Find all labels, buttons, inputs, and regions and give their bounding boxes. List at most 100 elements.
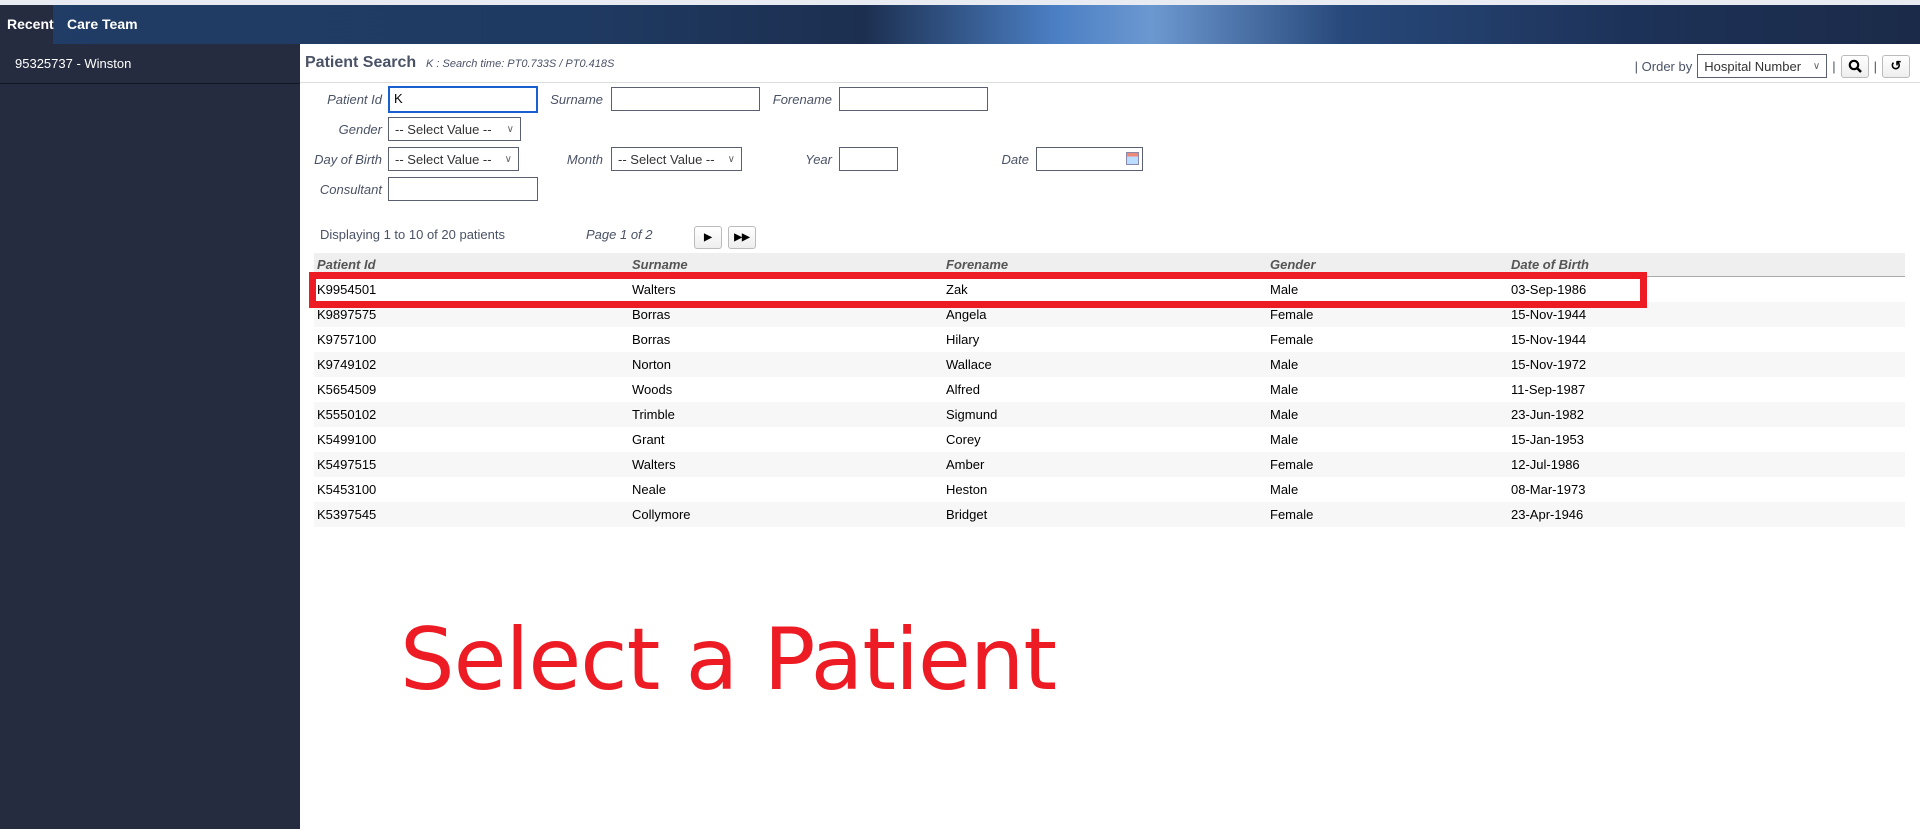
year-input[interactable] xyxy=(839,147,898,171)
last-page-button[interactable]: ▶▶ xyxy=(728,226,756,249)
cell-patient-id: K5654509 xyxy=(317,382,377,397)
day-of-birth-label: Day of Birth xyxy=(314,152,382,167)
cell-surname: Woods xyxy=(632,382,673,397)
separator: | xyxy=(1873,58,1877,74)
divider xyxy=(300,82,1920,83)
cell-forename: Corey xyxy=(946,432,981,447)
chevron-down-icon: ∨ xyxy=(504,153,512,165)
cell-surname: Trimble xyxy=(632,407,675,422)
cell-date-of-birth: 23-Jun-1982 xyxy=(1511,407,1584,422)
table-row[interactable]: K9749102 Norton Wallace Male 15-Nov-1972 xyxy=(314,352,1905,377)
highlight-box xyxy=(309,272,1647,308)
sidebar: 95325737 - Winston xyxy=(0,44,300,829)
cell-patient-id: K5397545 xyxy=(317,507,377,522)
cell-patient-id: K9757100 xyxy=(317,332,377,347)
gender-value: -- Select Value -- xyxy=(395,121,492,137)
sidebar-item-patient[interactable]: 95325737 - Winston xyxy=(0,44,300,84)
cell-date-of-birth: 08-Mar-1973 xyxy=(1511,482,1586,497)
cell-patient-id: K5453100 xyxy=(317,482,377,497)
page-title: Patient Search xyxy=(305,54,417,71)
search-button[interactable] xyxy=(1840,54,1869,78)
table-row[interactable]: K5497515 Walters Amber Female 12-Jul-1986 xyxy=(314,452,1905,477)
page-indicator: Page 1 of 2 xyxy=(586,227,653,242)
order-by-bar: | Order by Hospital Number ∨ | | ↺ xyxy=(1635,54,1910,78)
tab-recent[interactable]: Recent xyxy=(0,5,54,44)
table-row[interactable]: K5453100 Neale Heston Male 08-Mar-1973 xyxy=(314,477,1905,502)
patient-id-label: Patient Id xyxy=(327,92,382,107)
cell-gender: Male xyxy=(1270,357,1299,372)
cell-gender: Female xyxy=(1270,332,1314,347)
day-of-birth-select[interactable]: -- Select Value -- ∨ xyxy=(388,147,519,171)
cell-date-of-birth: 11-Sep-1987 xyxy=(1511,382,1586,397)
main-panel: Patient Search K : Search time: PT0.733S… xyxy=(300,44,1920,829)
consultant-label: Consultant xyxy=(319,182,382,197)
search-time: K : Search time: PT0.733S / PT0.418S xyxy=(426,58,615,70)
fast-forward-icon: ▶▶ xyxy=(734,232,750,243)
gender-label: Gender xyxy=(338,122,382,137)
month-select[interactable]: -- Select Value -- ∨ xyxy=(611,147,742,171)
cell-patient-id: K5497515 xyxy=(317,457,377,472)
cell-date-of-birth: 15-Jan-1953 xyxy=(1511,432,1584,447)
cell-surname: Grant xyxy=(632,432,665,447)
order-by-value: Hospital Number xyxy=(1704,58,1802,74)
cell-patient-id: K5499100 xyxy=(317,432,377,447)
annotation-text: Select a Patient xyxy=(400,610,1057,710)
cell-forename: Sigmund xyxy=(946,407,998,422)
result-count: Displaying 1 to 10 of 20 patients xyxy=(320,227,506,242)
cell-gender: Male xyxy=(1270,482,1299,497)
cell-surname: Norton xyxy=(632,357,672,372)
top-nav: Recent Care Team xyxy=(0,5,1920,44)
cell-surname: Neale xyxy=(632,482,666,497)
next-page-button[interactable]: ▶ xyxy=(694,226,722,249)
chevron-down-icon: ∨ xyxy=(727,153,735,165)
table-row[interactable]: K5550102 Trimble Sigmund Male 23-Jun-1982 xyxy=(314,402,1905,427)
month-value: -- Select Value -- xyxy=(618,151,715,167)
cell-date-of-birth: 15-Nov-1972 xyxy=(1511,357,1587,372)
cell-gender: Male xyxy=(1270,407,1299,422)
forename-label: Forename xyxy=(772,92,832,107)
forename-input[interactable] xyxy=(839,87,988,111)
separator: | xyxy=(1832,58,1836,74)
cell-forename: Alfred xyxy=(946,382,980,397)
surname-input[interactable] xyxy=(611,87,760,111)
consultant-input[interactable] xyxy=(388,177,538,201)
cell-surname: Collymore xyxy=(632,507,691,522)
cell-surname: Borras xyxy=(632,332,671,347)
order-by-select[interactable]: Hospital Number ∨ xyxy=(1697,54,1828,78)
cell-forename: Wallace xyxy=(946,357,992,372)
chevron-down-icon: ∨ xyxy=(506,123,514,135)
surname-label: Surname xyxy=(550,92,603,107)
day-value: -- Select Value -- xyxy=(395,151,492,167)
reset-icon: ↺ xyxy=(1890,58,1902,73)
gender-select[interactable]: -- Select Value -- ∨ xyxy=(388,117,521,141)
order-by-label: | Order by xyxy=(1634,58,1693,74)
table-row[interactable]: K5654509 Woods Alfred Male 11-Sep-1987 xyxy=(314,377,1905,402)
cell-surname: Walters xyxy=(632,457,676,472)
cell-forename: Bridget xyxy=(946,507,988,522)
cell-gender: Male xyxy=(1270,382,1299,397)
patient-id-input[interactable]: K xyxy=(388,86,538,113)
cell-date-of-birth: 23-Apr-1946 xyxy=(1511,507,1584,522)
cell-gender: Female xyxy=(1270,457,1314,472)
cell-date-of-birth: 15-Nov-1944 xyxy=(1511,332,1587,347)
cell-gender: Female xyxy=(1270,507,1314,522)
tab-care-team[interactable]: Care Team xyxy=(60,5,145,44)
table-row[interactable]: K9757100 Borras Hilary Female 15-Nov-1944 xyxy=(314,327,1905,352)
play-icon: ▶ xyxy=(704,232,712,243)
date-input[interactable] xyxy=(1036,147,1143,171)
reset-button[interactable]: ↺ xyxy=(1882,54,1910,78)
month-label: Month xyxy=(566,152,603,167)
table-row[interactable]: K5397545 Collymore Bridget Female 23-Apr-194… xyxy=(314,502,1905,527)
cell-forename: Hilary xyxy=(946,332,980,347)
cell-date-of-birth: 12-Jul-1986 xyxy=(1511,457,1580,472)
cell-forename: Heston xyxy=(946,482,988,497)
cell-patient-id: K5550102 xyxy=(317,407,377,422)
cell-forename: Amber xyxy=(946,457,985,472)
cell-patient-id: K9749102 xyxy=(317,357,377,372)
cell-gender: Male xyxy=(1270,432,1299,447)
table-row[interactable]: K5499100 Grant Corey Male 15-Jan-1953 xyxy=(314,427,1905,452)
calendar-icon[interactable] xyxy=(1126,152,1139,165)
search-icon xyxy=(1848,59,1862,73)
date-label: Date xyxy=(1001,152,1029,167)
year-label: Year xyxy=(805,152,832,167)
